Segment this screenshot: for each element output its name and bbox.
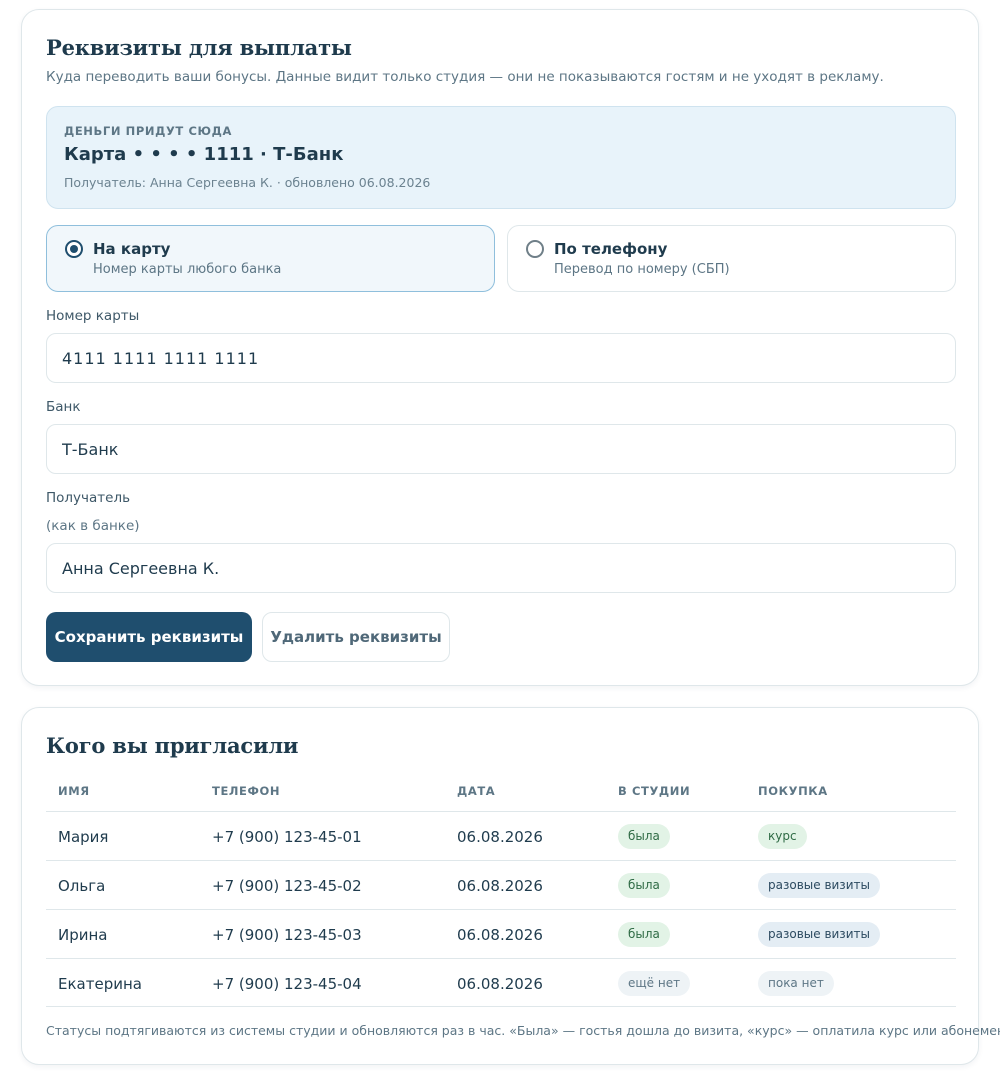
studio-status-badge: ещё нет [618,971,691,996]
studio-status-badge: была [618,922,670,947]
bank-label: Банк [46,399,81,415]
purchase-badge: разовые визиты [758,922,880,947]
save-requisites-button[interactable]: Сохранить реквизиты [46,612,252,662]
payout-subtitle: Куда переводить ваши бонусы. Данные види… [46,69,884,85]
guest-phone: +7 (900) 123-45-02 [212,877,362,895]
option-hint: Номер карты любого банка [93,262,282,277]
summary-meta: Получатель: Анна Сергеевна К. · обновлен… [64,175,431,190]
guest-date: 06.08.2026 [457,877,543,895]
delete-requisites-button[interactable]: Удалить реквизиты [262,612,450,662]
table-row: Ольга +7 (900) 123-45-02 06.08.2026 была… [46,860,956,909]
method-option-card[interactable]: На карту Номер карты любого банка [46,225,495,292]
table-row: Екатерина +7 (900) 123-45-04 06.08.2026 … [46,958,956,1007]
table-row: Ирина +7 (900) 123-45-03 06.08.2026 была… [46,909,956,958]
option-hint: Перевод по номеру (СБП) [554,262,730,277]
summary-caption: ДЕНЬГИ ПРИДУТ СЮДА [64,124,232,138]
column-header-phone: ТЕЛЕФОН [212,784,281,798]
purchase-badge: разовые визиты [758,873,880,898]
guest-name: Мария [58,828,109,846]
guest-name: Екатерина [58,975,142,993]
guest-phone: +7 (900) 123-45-04 [212,975,362,993]
option-label: По телефону [554,240,668,258]
column-header-studio: В СТУДИИ [618,784,691,798]
summary-destination: Карта • • • • 1111 · Т-Банк [64,144,344,165]
radio-checked-icon[interactable] [65,240,83,258]
column-header-date: ДАТА [457,784,496,798]
column-header-name: ИМЯ [58,784,90,798]
card-number-input[interactable] [46,333,956,383]
guest-date: 06.08.2026 [457,828,543,846]
payout-title: Реквизиты для выплаты [46,35,352,60]
option-label: На карту [93,240,171,258]
purchase-badge: курс [758,824,807,849]
status-footnote: Статусы подтягиваются из системы студии … [46,1023,1000,1038]
invited-card: Кого вы пригласили ИМЯ ТЕЛЕФОН ДАТА В СТ… [21,707,1000,1065]
guest-date: 06.08.2026 [457,926,543,944]
guest-phone: +7 (900) 123-45-03 [212,926,362,944]
studio-status-badge: была [618,873,670,898]
guest-name: Ольга [58,877,106,895]
column-header-purchase: ПОКУПКА [758,784,828,798]
guest-date: 06.08.2026 [457,975,543,993]
recipient-input[interactable] [46,543,956,593]
guest-name: Ирина [58,926,108,944]
current-payout-summary: ДЕНЬГИ ПРИДУТ СЮДА Карта • • • • 1111 · … [46,106,956,209]
table-divider [46,1006,956,1007]
recipient-label: Получатель [46,490,131,506]
payout-card: Реквизиты для выплаты Куда переводить ва… [21,9,979,686]
recipient-hint: (как в банке) [46,518,140,534]
invited-title: Кого вы пригласили [46,733,299,758]
purchase-badge: пока нет [758,971,834,996]
guest-phone: +7 (900) 123-45-01 [212,828,362,846]
table-row: Мария +7 (900) 123-45-01 06.08.2026 была… [46,811,956,860]
card-number-label: Номер карты [46,308,140,324]
studio-status-badge: была [618,824,670,849]
radio-unchecked-icon[interactable] [526,240,544,258]
bank-input[interactable] [46,424,956,474]
method-option-phone[interactable]: По телефону Перевод по номеру (СБП) [507,225,956,292]
